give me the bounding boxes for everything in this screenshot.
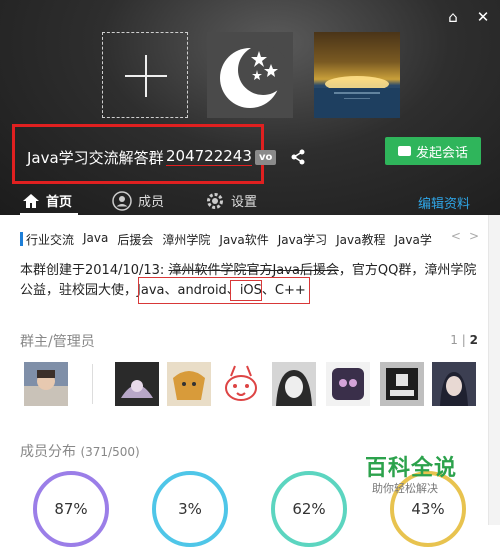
watermark-title: 百科全说 bbox=[365, 456, 458, 481]
pager-next[interactable]: 2 bbox=[470, 333, 478, 347]
tab-settings-label: 设置 bbox=[231, 195, 258, 210]
tag-list: 行业交流 Java 后援会 漳州学院 Java软件 Java学习 Java教程 … bbox=[26, 231, 441, 248]
group-name: Java学习交流解答群 bbox=[27, 149, 164, 167]
window-controls: ⌂ ✕ bbox=[444, 8, 492, 26]
chat-icon bbox=[397, 146, 411, 156]
tag-item[interactable]: 漳州学院 bbox=[162, 231, 210, 248]
chevron-right-icon[interactable]: > bbox=[469, 229, 479, 243]
tag-item[interactable]: Java bbox=[83, 231, 108, 248]
gear-icon bbox=[207, 192, 223, 209]
plus-icon-vertical bbox=[145, 55, 147, 97]
desc-line1-rest: ，官方QQ群，漳州学院 bbox=[338, 263, 477, 278]
admins-title: 群主/管理员 bbox=[20, 334, 95, 350]
vip-badge: vo bbox=[255, 150, 277, 165]
avatar[interactable] bbox=[219, 362, 263, 406]
avatar[interactable] bbox=[432, 362, 476, 406]
home-icon bbox=[23, 193, 39, 208]
tag-item[interactable]: 行业交流 bbox=[26, 231, 74, 248]
tab-home[interactable]: 首页 bbox=[22, 186, 72, 215]
avatar[interactable] bbox=[326, 362, 370, 406]
skin-icon[interactable]: ⌂ bbox=[444, 8, 462, 26]
group-nav: 首页 成员 设置 编辑资料 bbox=[0, 186, 500, 215]
avatar[interactable] bbox=[380, 362, 424, 406]
tab-home-label: 首页 bbox=[46, 195, 73, 210]
member-icon bbox=[112, 190, 132, 211]
pager-current[interactable]: 1 bbox=[450, 333, 458, 347]
tab-members-label: 成员 bbox=[138, 195, 165, 210]
group-id: 204722243 bbox=[166, 147, 252, 166]
avatar[interactable] bbox=[115, 362, 159, 406]
admins-pager: 1 | 2 bbox=[450, 333, 478, 347]
start-chat-label: 发起会话 bbox=[415, 145, 468, 161]
tag-item[interactable]: Java教程 bbox=[336, 231, 385, 248]
sunset-image bbox=[314, 76, 400, 118]
stat-value: 3% bbox=[178, 500, 202, 518]
chevron-left-icon[interactable]: < bbox=[451, 229, 461, 243]
stat-value: 62% bbox=[292, 500, 326, 518]
desc-prefix: 本群创建于2014/10/13: bbox=[20, 263, 169, 278]
share-icon[interactable] bbox=[290, 149, 306, 165]
avatar-divider bbox=[92, 364, 93, 404]
member-count: (371/500) bbox=[80, 445, 140, 459]
watermark-subtitle: 助你轻松解决 bbox=[372, 482, 438, 495]
tag-item[interactable]: 后援会 bbox=[117, 231, 153, 248]
group-photo-sunset[interactable] bbox=[314, 32, 400, 118]
desc-line2-start: 公益，驻校园大使， bbox=[20, 283, 138, 298]
tag-item[interactable]: Java软件 bbox=[219, 231, 268, 248]
ios-highlight bbox=[230, 280, 262, 301]
group-photo-moon[interactable] bbox=[207, 32, 293, 118]
avatar[interactable] bbox=[272, 362, 316, 406]
tag-item[interactable]: Java学 bbox=[394, 231, 431, 248]
distribution-title: 成员分布 (371/500) bbox=[20, 441, 140, 461]
close-icon[interactable]: ✕ bbox=[474, 8, 492, 26]
tag-scroll-arrows: < > bbox=[451, 229, 479, 243]
distribution-label: 成员分布 bbox=[20, 444, 76, 460]
tab-settings[interactable]: 设置 bbox=[205, 186, 257, 215]
distribution-stat: 87% bbox=[33, 471, 109, 547]
active-tab-indicator bbox=[20, 213, 78, 215]
tag-accent-bar bbox=[20, 232, 23, 246]
moon-stars-icon bbox=[220, 45, 288, 108]
languages-highlight bbox=[138, 277, 310, 304]
start-chat-button[interactable]: 发起会话 bbox=[385, 137, 481, 165]
add-photo-button[interactable] bbox=[102, 32, 188, 118]
distribution-stat: 3% bbox=[152, 471, 228, 547]
tag-item[interactable]: Java学习 bbox=[278, 231, 327, 248]
stat-value: 87% bbox=[54, 500, 88, 518]
desc-struck: 漳州软件学院官方Java后援会 bbox=[168, 263, 339, 278]
tag-row: 行业交流 Java 后援会 漳州学院 Java软件 Java学习 Java教程 … bbox=[20, 229, 485, 249]
avatar[interactable] bbox=[167, 362, 211, 406]
scrollbar[interactable] bbox=[488, 215, 500, 525]
pager-separator: | bbox=[461, 333, 466, 347]
stat-value: 43% bbox=[411, 500, 445, 518]
avatar[interactable] bbox=[24, 362, 68, 406]
tab-members[interactable]: 成员 bbox=[112, 186, 164, 215]
edit-profile-link[interactable]: 编辑资料 bbox=[418, 193, 470, 212]
distribution-stat: 62% bbox=[271, 471, 347, 547]
